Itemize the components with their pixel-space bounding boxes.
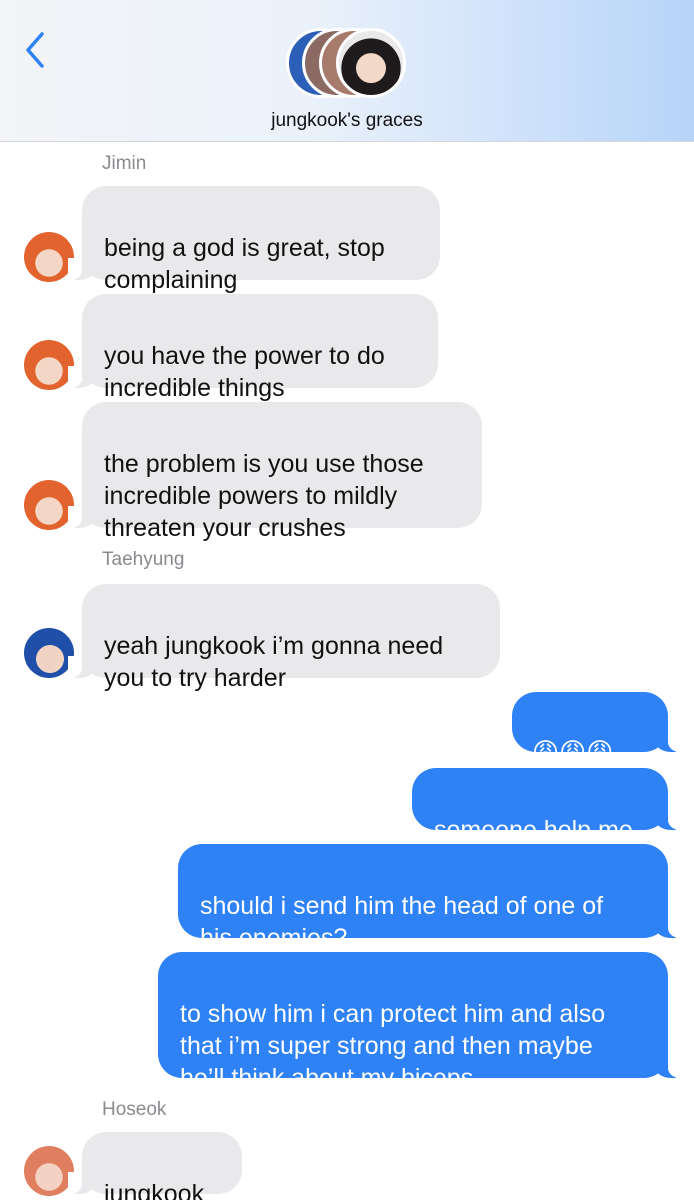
avatar[interactable] (24, 232, 74, 282)
message-text: jungkook (104, 1180, 205, 1200)
message-bubble[interactable]: yeah jungkook i’m gonna need you to try … (68, 584, 500, 692)
message-text: being a god is great, stop complaining (104, 234, 385, 294)
message-bubble[interactable]: being a god is great, stop complaining (68, 186, 440, 294)
avatar[interactable] (24, 628, 74, 678)
avatar (336, 28, 406, 98)
message-bubble[interactable]: to show him i can protect him and also t… (158, 952, 682, 1092)
group-name[interactable]: jungkook's graces (0, 110, 694, 132)
message-text: yeah jungkook i’m gonna need you to try … (104, 632, 444, 692)
message-bubble[interactable]: the problem is you use those incredible … (68, 402, 482, 542)
sender-name: Jimin (102, 153, 147, 174)
message-bubble[interactable]: should i send him the head of one of his… (178, 844, 682, 952)
avatar[interactable] (24, 480, 74, 530)
message-bubble[interactable]: jungkook (68, 1132, 242, 1200)
message-text: the problem is you use those incredible … (104, 450, 424, 542)
sender-name: Hoseok (102, 1099, 167, 1120)
message-text: should i send him the head of one of his… (200, 892, 604, 952)
message-text: to show him i can protect him and also t… (180, 1000, 606, 1092)
conversation-header: jungkook's graces (0, 0, 694, 142)
avatar[interactable] (24, 340, 74, 390)
group-avatar-stack[interactable] (286, 28, 410, 100)
sender-name: Taehyung (102, 549, 185, 570)
chevron-left-icon[interactable] (20, 30, 50, 70)
message-bubble[interactable]: someone help me (412, 768, 682, 844)
message-text: 😩😩😩 (532, 737, 614, 767)
message-text: you have the power to do incredible thin… (104, 342, 385, 402)
message-text: someone help me (434, 816, 633, 844)
message-bubble[interactable]: 😩😩😩 (512, 692, 682, 767)
message-bubble[interactable]: you have the power to do incredible thin… (68, 294, 438, 402)
avatar[interactable] (24, 1146, 74, 1196)
